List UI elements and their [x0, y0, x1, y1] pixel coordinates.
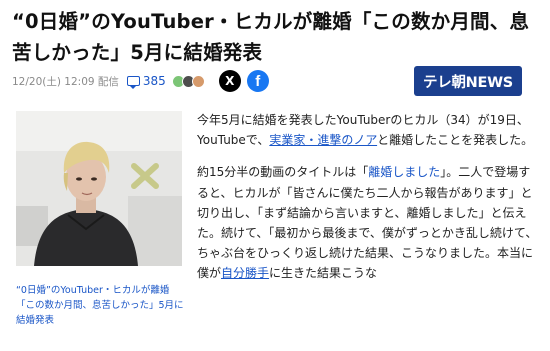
reaction-avatars[interactable] — [171, 74, 205, 88]
comments-link[interactable]: 385 — [126, 74, 166, 89]
article-headline: “0日婚”のYouTuber・ヒカルが離婚「この数か月間、息苦しかった」5月に結… — [12, 10, 530, 64]
share-facebook-button[interactable]: f — [246, 70, 269, 92]
comment-count: 385 — [142, 74, 166, 88]
paragraph-text: と離婚したことを発表した。 — [377, 133, 534, 148]
paragraph-text: 」。二人で登場すると、ヒカルが「皆さんに僕たち二人から報告があります」と切り出し… — [197, 165, 538, 281]
article-paragraph: 約15分半の動画のタイトルは「離婚しました」。二人で登場すると、ヒカルが「皆さん… — [197, 162, 542, 283]
reaction-icon — [191, 74, 205, 88]
photo-caption[interactable]: “0日婚”のYouTuber・ヒカルが離婚「この数か月間、息苦しかった」5月に結… — [16, 283, 184, 328]
keyword-link[interactable]: 自分勝手 — [221, 266, 269, 280]
comment-bubble-icon — [126, 76, 140, 89]
source-logo[interactable]: テレ朝NEWS — [414, 66, 522, 96]
article-paragraph: 今年5月に結婚を発表したYouTuberのヒカル（34）が19日、YouTube… — [197, 110, 542, 150]
paragraph-text: に生きた結果こうな — [269, 266, 378, 281]
publish-date: 12/20(土) 12:09 配信 — [12, 75, 119, 88]
person-link[interactable]: 実業家・進撃のノア — [269, 133, 377, 147]
photo-illustration — [16, 111, 182, 266]
article-body: 今年5月に結婚を発表したYouTuberのヒカル（34）が19日、YouTube… — [197, 110, 542, 296]
paragraph-text: 約15分半の動画のタイトルは「 — [197, 165, 369, 180]
share-x-button[interactable]: X — [218, 70, 241, 92]
article-photo[interactable] — [16, 111, 182, 266]
video-title-link[interactable]: 離婚しました — [368, 165, 440, 179]
